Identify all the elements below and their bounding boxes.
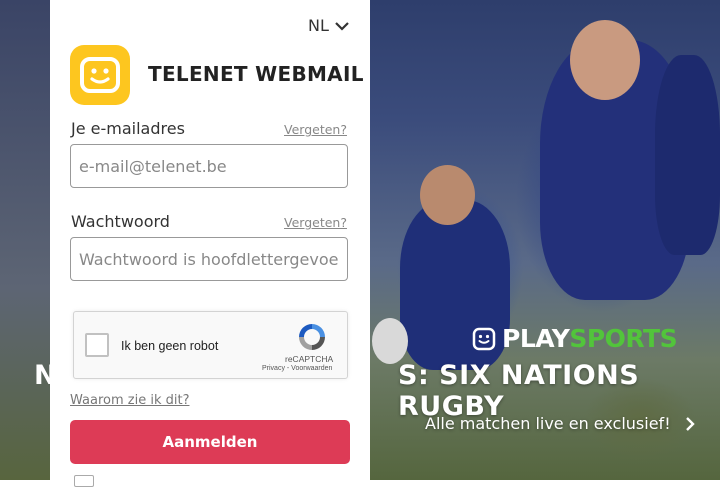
promo-link[interactable]: Alle matchen live en exclusief!: [425, 414, 695, 433]
chevron-right-icon: [685, 416, 695, 431]
rugby-ball: [372, 318, 408, 364]
promo-logo-sports: SPORTS: [569, 324, 678, 353]
promo-headline-fragment: N: [34, 360, 57, 391]
playsports-logo: PLAYSPORTS: [472, 324, 678, 353]
background-photo-left-strip: [0, 0, 50, 480]
email-label: Je e-mailadres: [71, 119, 185, 138]
password-input[interactable]: [70, 237, 348, 281]
smiley-logo-icon: [80, 57, 120, 93]
login-panel: NL TELENET WEBMAIL Je e-mailadres Verget…: [50, 0, 370, 487]
recaptcha-label: Ik ben geen robot: [121, 339, 219, 353]
forgot-email-link[interactable]: Vergeten?: [284, 122, 347, 137]
password-label: Wachtwoord: [71, 212, 170, 231]
email-input[interactable]: [70, 144, 348, 188]
telenet-logo: [70, 45, 130, 105]
smiley-logo-icon: [472, 327, 496, 350]
promo-logo-play: PLAY: [502, 324, 570, 353]
promo-headline: S: SIX NATIONS RUGBY: [398, 360, 640, 422]
promo-subtitle: Alle matchen live en exclusief!: [425, 414, 671, 433]
recaptcha-icon: [299, 324, 325, 350]
language-label: NL: [308, 16, 329, 35]
recaptcha-links[interactable]: Privacy - Voorwaarden: [262, 365, 332, 372]
why-link[interactable]: Waarom zie ik dit?: [70, 393, 189, 408]
forgot-password-link[interactable]: Vergeten?: [284, 215, 347, 230]
language-selector[interactable]: NL: [308, 16, 349, 35]
login-button[interactable]: Aanmelden: [70, 420, 350, 464]
player-figure: [570, 20, 640, 100]
recaptcha-checkbox[interactable]: [85, 333, 109, 357]
chevron-down-icon: [335, 21, 349, 31]
player-figure: [655, 55, 720, 255]
remember-checkbox[interactable]: [74, 475, 94, 487]
recaptcha-widget: Ik ben geen robot reCAPTCHA Privacy - Vo…: [73, 311, 348, 379]
player-figure: [420, 165, 475, 225]
brand-title: TELENET WEBMAIL: [148, 62, 364, 86]
recaptcha-brand: reCAPTCHA: [285, 354, 334, 364]
